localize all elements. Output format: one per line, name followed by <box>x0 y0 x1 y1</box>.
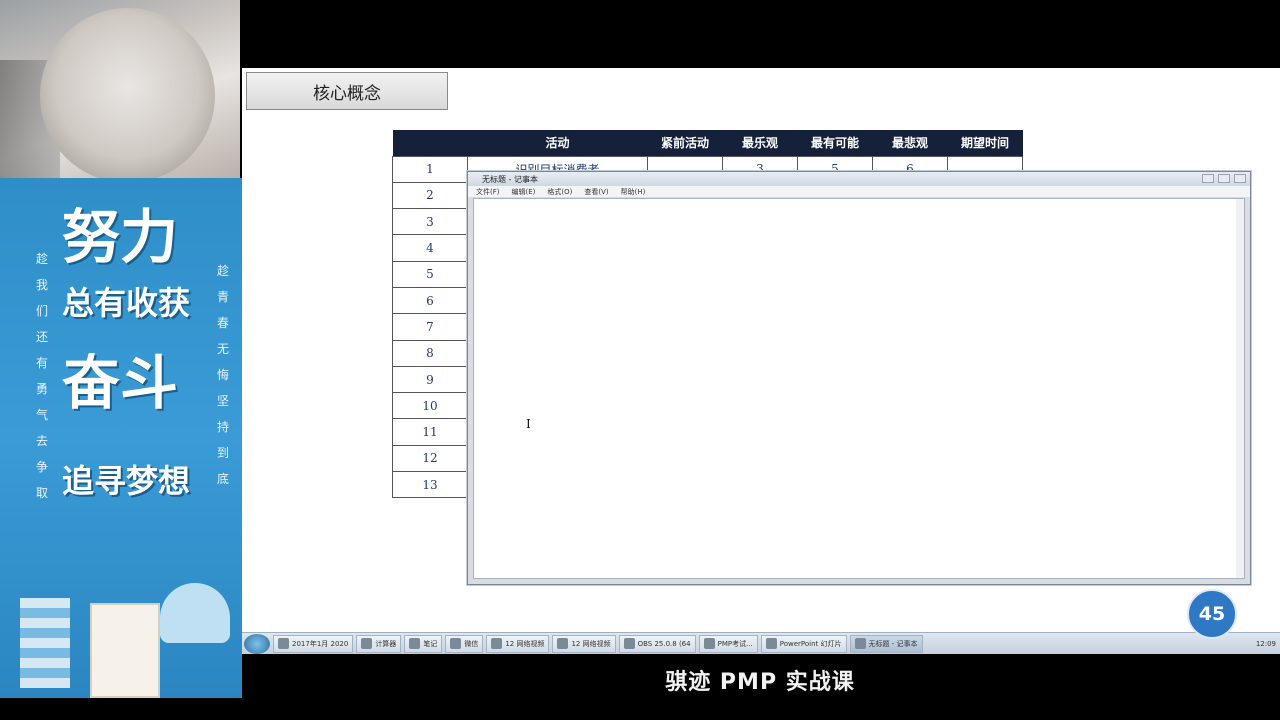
course-caption: 骐迹 PMP 实战课 <box>665 670 855 695</box>
notepad-title: 无标题 - 记事本 <box>482 174 538 184</box>
app-icon <box>409 638 421 649</box>
text-cursor: I <box>526 417 531 431</box>
app-icon <box>450 638 462 649</box>
header-activity: 活动 <box>467 130 648 156</box>
screen: 努力 总有收获 奋斗 追寻梦想 趁我们还有勇气去争取 趁青春无悔坚持到底 核心概… <box>0 0 1280 720</box>
webcam-feed <box>0 0 240 178</box>
header-pessimistic: 最悲观 <box>872 130 948 156</box>
taskbar-item[interactable]: 2017年1月 2020 <box>273 634 354 653</box>
menu-file[interactable]: 文件(F) <box>476 187 500 197</box>
promo-line2: 总有收获 <box>62 284 191 322</box>
tray-clock: 12:09 <box>1255 639 1276 648</box>
taskbar-item[interactable]: 笔记 <box>404 634 443 653</box>
page-number-badge: 45 <box>1187 589 1237 639</box>
presenter-head <box>40 8 215 178</box>
app-icon <box>703 638 715 649</box>
taskbar-item-label: PMP考试... <box>717 639 753 648</box>
table-header-row: 活动 紧前活动 最乐观 最有可能 最悲观 期望时间 <box>392 130 1023 156</box>
row-num: 13 <box>392 471 468 499</box>
taskbar-item[interactable]: 12 网络视频 <box>552 634 616 653</box>
row-num: 6 <box>392 286 468 315</box>
lamp-illustration <box>160 583 230 643</box>
close-button[interactable] <box>1234 174 1246 183</box>
taskbar-item[interactable]: 计算器 <box>356 634 402 653</box>
minimize-button[interactable] <box>1202 174 1214 183</box>
row-num: 2 <box>392 181 468 210</box>
header-expected: 期望时间 <box>947 130 1023 156</box>
promo-line1: 努力 <box>62 203 179 271</box>
taskbar: 2017年1月 2020 计算器 笔记 微信 12 网络视频 12 网络视频 O… <box>242 632 1280 654</box>
taskbar-item-label: 无标题 - 记事本 <box>868 639 918 648</box>
row-num: 5 <box>392 260 468 288</box>
notepad-menubar: 文件(F) 编辑(E) 格式(O) 查看(V) 帮助(H) <box>468 186 1250 197</box>
notepad-titlebar[interactable]: 无标题 - 记事本 <box>468 172 1250 186</box>
header-likely: 最有可能 <box>797 130 873 156</box>
vertical-scrollbar[interactable] <box>1236 199 1244 578</box>
taskbar-item-label: 计算器 <box>375 639 397 648</box>
notepad-text-area[interactable]: I <box>473 198 1245 579</box>
system-tray[interactable]: 12:09 <box>1256 640 1276 648</box>
taskbar-item-label: 微信 <box>464 639 479 648</box>
obs-icon <box>623 638 635 649</box>
taskbar-item[interactable]: PMP考试... <box>698 634 758 653</box>
menu-format[interactable]: 格式(O) <box>547 187 572 197</box>
taskbar-item-label: 12 网络视频 <box>505 639 545 648</box>
app-icon <box>361 638 373 649</box>
row-num: 1 <box>392 155 468 183</box>
taskbar-item-label: 12 网络视频 <box>571 639 611 648</box>
row-num: 10 <box>392 392 468 420</box>
header-optimistic: 最乐观 <box>722 130 798 156</box>
taskbar-item-label: PowerPoint 幻灯片 <box>779 639 842 648</box>
app-icon <box>557 638 569 649</box>
taskbar-item-active[interactable]: 无标题 - 记事本 <box>849 634 923 653</box>
notepad-window[interactable]: 无标题 - 记事本 文件(F) 编辑(E) 格式(O) 查看(V) 帮助(H) … <box>467 171 1251 585</box>
taskbar-item[interactable]: OBS 25.0.8 (64 <box>618 634 696 653</box>
menu-help[interactable]: 帮助(H) <box>621 187 646 197</box>
promo-right-column: 趁青春无悔坚持到底 <box>216 264 229 486</box>
menu-view[interactable]: 查看(V) <box>584 187 608 197</box>
promo-line3: 奋斗 <box>62 349 179 417</box>
menu-edit[interactable]: 编辑(E) <box>512 187 536 197</box>
start-button[interactable] <box>244 633 270 654</box>
header-predecessor: 紧前活动 <box>647 130 723 156</box>
notepad-icon <box>854 638 866 649</box>
promo-line4: 追寻梦想 <box>62 462 191 500</box>
window-controls <box>1202 174 1246 183</box>
row-num: 8 <box>392 339 468 367</box>
app-icon <box>278 638 289 649</box>
taskbar-item-label: OBS 25.0.8 (64 <box>637 639 691 648</box>
row-num: 7 <box>392 313 468 341</box>
header-num <box>392 130 468 156</box>
row-num: 4 <box>392 234 468 262</box>
taskbar-item-label: 2017年1月 2020 <box>292 639 349 648</box>
app-icon <box>491 638 503 649</box>
powerpoint-icon <box>765 638 777 649</box>
row-num: 11 <box>392 418 468 446</box>
row-num: 12 <box>392 444 468 473</box>
row-num: 3 <box>392 208 468 236</box>
taskbar-item[interactable]: 微信 <box>445 634 484 653</box>
taskbar-item[interactable]: PowerPoint 幻灯片 <box>760 634 847 653</box>
taskbar-item[interactable]: 12 网络视频 <box>486 634 550 653</box>
taskbar-item-label: 笔记 <box>423 639 438 648</box>
row-num: 9 <box>392 365 468 394</box>
core-concept-label[interactable]: 核心概念 <box>246 72 448 110</box>
promo-banner: 努力 总有收获 奋斗 追寻梦想 趁我们还有勇气去争取 趁青春无悔坚持到底 <box>0 178 242 698</box>
maximize-button[interactable] <box>1218 174 1230 183</box>
promo-left-column: 趁我们还有勇气去争取 <box>35 252 48 500</box>
